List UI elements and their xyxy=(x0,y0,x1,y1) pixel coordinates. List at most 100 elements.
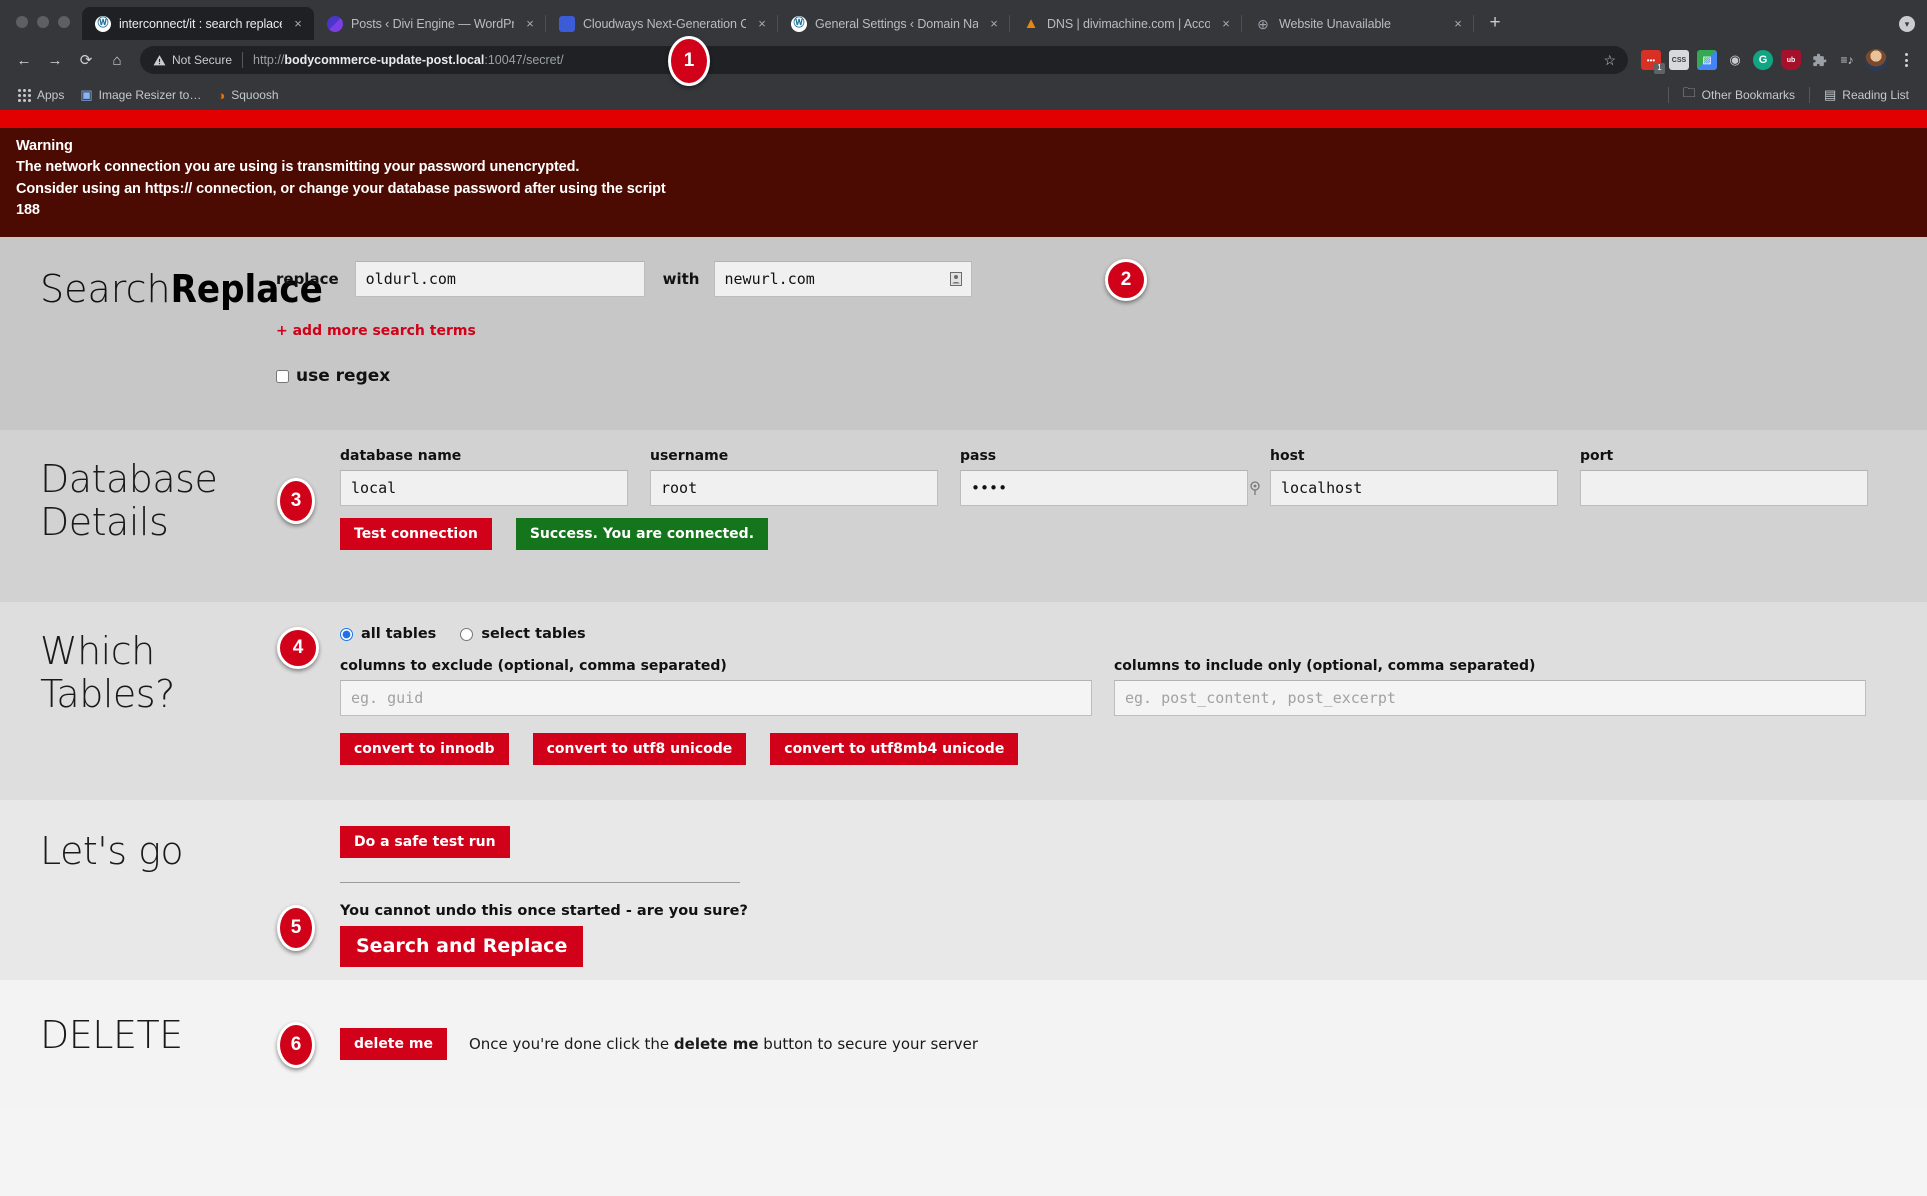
tabstrip-right: ▾ xyxy=(1899,16,1927,40)
use-regex-checkbox[interactable] xyxy=(276,369,289,383)
columns-exclude-group: columns to exclude (optional, comma sepa… xyxy=(340,658,1092,717)
reading-list-button[interactable]: ▤ Reading List xyxy=(1816,84,1917,106)
close-icon[interactable]: × xyxy=(522,16,538,32)
convert-to-utf8-button[interactable]: convert to utf8 unicode xyxy=(532,733,747,766)
chart-extension-icon[interactable]: ▨ xyxy=(1697,50,1717,70)
ublock-extension-icon[interactable]: ub xyxy=(1781,50,1801,70)
safe-test-run-button[interactable]: Do a safe test run xyxy=(340,826,510,859)
tab-5[interactable]: ⊕ Website Unavailable × xyxy=(1242,7,1474,40)
tab-3[interactable]: Ⓦ General Settings ‹ Domain Nam × xyxy=(778,7,1010,40)
convert-to-utf8mb4-button[interactable]: convert to utf8mb4 unicode xyxy=(770,733,1019,766)
image-resizer-icon: ▣ xyxy=(80,87,93,102)
convert-to-innodb-button[interactable]: convert to innodb xyxy=(340,733,509,766)
extension-badge: 1 xyxy=(1654,63,1665,74)
forward-button[interactable]: → xyxy=(41,46,69,74)
columns-include-group: columns to include only (optional, comma… xyxy=(1114,658,1866,717)
search-and-replace-button[interactable]: Search and Replace xyxy=(340,926,584,968)
maximize-window-button[interactable] xyxy=(58,16,70,28)
all-tables-radio[interactable] xyxy=(340,627,353,641)
tab-strip: Ⓦ interconnect/it : search replace × Pos… xyxy=(0,0,1927,40)
puzzle-extensions-icon[interactable] xyxy=(1809,50,1829,70)
close-icon[interactable]: × xyxy=(1218,16,1234,32)
bookmark-label: Image Resizer to… xyxy=(98,88,202,102)
pass-field-wrap xyxy=(960,470,1270,507)
columns-exclude-input[interactable] xyxy=(340,680,1092,717)
chevron-down-icon[interactable]: ▾ xyxy=(1899,16,1915,32)
security-indicator[interactable]: Not Secure xyxy=(152,53,232,67)
new-tab-button[interactable]: + xyxy=(1480,8,1510,38)
media-list-icon[interactable]: ≡♪ xyxy=(1837,50,1857,70)
select-tables-label: select tables xyxy=(481,626,586,643)
home-button[interactable]: ⌂ xyxy=(103,46,131,74)
host-input[interactable] xyxy=(1270,470,1558,507)
which-tables-heading: Which Tables? xyxy=(0,602,276,800)
bookmark-star-icon[interactable]: ☆ xyxy=(1595,52,1616,69)
css-extension-icon[interactable]: CSS xyxy=(1669,50,1689,70)
replace-input[interactable] xyxy=(713,261,972,298)
search-replace-section: 2 SearchReplace replace with + add more … xyxy=(0,237,1927,431)
columns-include-input[interactable] xyxy=(1114,680,1866,717)
chrome-menu-button[interactable] xyxy=(1895,53,1917,67)
field-label: host xyxy=(1270,448,1305,465)
reload-button[interactable]: ⟳ xyxy=(72,46,100,74)
close-icon[interactable]: × xyxy=(290,16,306,32)
table-scope-radios: all tables select tables xyxy=(340,626,1887,642)
avatar[interactable] xyxy=(1865,49,1887,71)
minimize-window-button[interactable] xyxy=(37,16,49,28)
add-more-search-terms-link[interactable]: + add more search terms xyxy=(276,323,476,339)
field-username: username xyxy=(650,448,960,507)
other-bookmarks-button[interactable]: 🗀 Other Bookmarks xyxy=(1675,81,1803,109)
red-dots-extension-icon[interactable]: ••• 1 xyxy=(1641,50,1665,74)
url-path: :10047/secret/ xyxy=(484,53,564,67)
bookmark-label: Squoosh xyxy=(231,88,279,102)
lets-go-heading: Let's go xyxy=(0,800,276,980)
bookmark-image-resizer[interactable]: ▣ Image Resizer to… xyxy=(72,84,209,106)
autofill-contact-icon[interactable] xyxy=(949,271,964,288)
camera-extension-icon[interactable]: ◉ xyxy=(1725,50,1745,70)
port-input[interactable] xyxy=(1580,470,1868,507)
close-icon[interactable]: × xyxy=(986,16,1002,32)
username-input[interactable] xyxy=(650,470,938,507)
tab-2[interactable]: Cloudways Next-Generation Cl × xyxy=(546,7,778,40)
database-name-input[interactable] xyxy=(340,470,628,507)
search-input[interactable] xyxy=(354,261,645,298)
bookmark-label: Apps xyxy=(37,88,65,102)
title-search: Search xyxy=(40,267,171,312)
bookmark-squoosh[interactable]: ◑ Squoosh xyxy=(209,85,286,106)
extension-glyph: ◉ xyxy=(1729,52,1741,67)
section-title: Which Tables? xyxy=(40,629,175,716)
tab-1[interactable]: Posts ‹ Divi Engine — WordPress × xyxy=(314,7,546,40)
window-controls[interactable] xyxy=(8,16,82,40)
test-connection-button[interactable]: Test connection xyxy=(340,518,492,551)
warning-line-2: Consider using an https:// connection, o… xyxy=(16,180,666,197)
page-title: Search Replace xyxy=(40,267,323,312)
password-input[interactable] xyxy=(960,470,1248,507)
tab-4[interactable]: ▲ DNS | divimachine.com | Accou × xyxy=(1010,7,1242,40)
which-tables-form: all tables select tables columns to excl… xyxy=(276,602,1927,800)
annotation-badge-4: 4 xyxy=(277,627,319,670)
close-window-button[interactable] xyxy=(16,16,28,28)
extension-glyph: G xyxy=(1758,54,1768,66)
address-bar[interactable]: Not Secure http://bodycommerce-update-po… xyxy=(140,46,1628,74)
back-button[interactable]: ← xyxy=(10,46,38,74)
bookmark-label: Reading List xyxy=(1842,88,1909,102)
tab-title: General Settings ‹ Domain Nam xyxy=(815,16,978,31)
divi-icon xyxy=(327,15,343,32)
warning-banner: Warning The network connection you are u… xyxy=(0,110,1927,238)
close-icon[interactable]: × xyxy=(754,16,770,32)
extensions-area: ••• 1 CSS ▨ ◉ G ub ≡♪ xyxy=(1637,49,1917,74)
close-icon[interactable]: × xyxy=(1450,16,1466,32)
delete-note: Once you're done click the delete me but… xyxy=(469,1035,978,1053)
bookmark-label: Other Bookmarks xyxy=(1701,88,1795,102)
extension-glyph: ≡♪ xyxy=(1840,53,1854,67)
bookmark-apps[interactable]: Apps xyxy=(10,85,72,105)
select-tables-radio[interactable] xyxy=(460,627,474,641)
warning-body: Warning The network connection you are u… xyxy=(0,128,1927,238)
password-key-icon[interactable] xyxy=(1247,480,1262,497)
tab-0[interactable]: Ⓦ interconnect/it : search replace × xyxy=(82,7,314,40)
database-actions: Test connection Success. You are connect… xyxy=(340,518,1890,551)
grammarly-extension-icon[interactable]: G xyxy=(1753,50,1773,70)
extension-glyph: ub xyxy=(1786,56,1796,64)
wordpress-icon: Ⓦ xyxy=(95,15,111,32)
delete-me-button[interactable]: delete me xyxy=(340,1028,447,1061)
